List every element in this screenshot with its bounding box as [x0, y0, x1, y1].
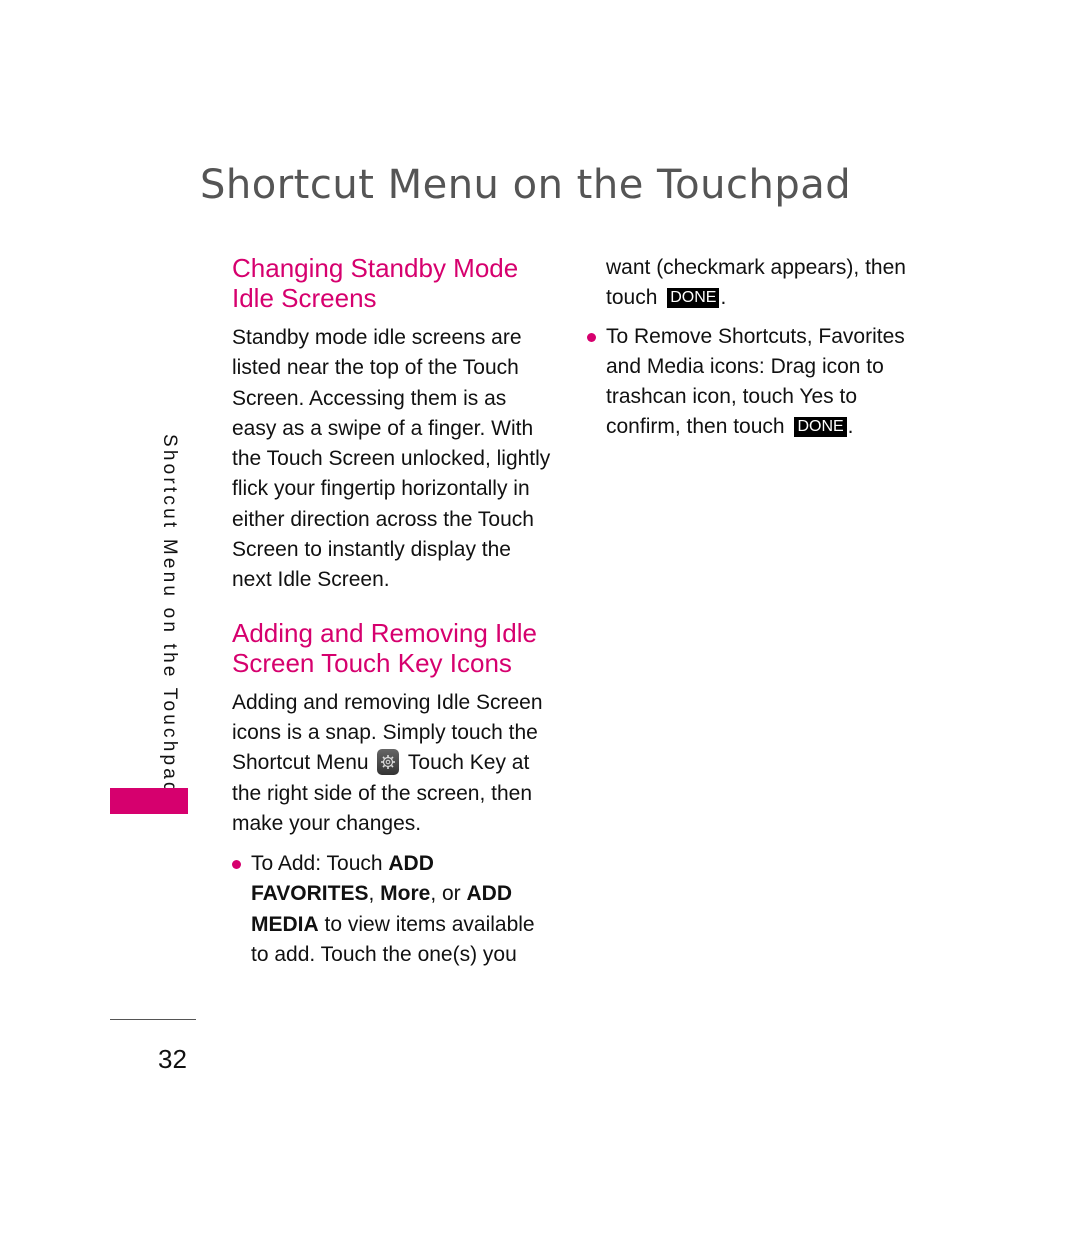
gear-icon: [377, 749, 400, 776]
add-remove-body-text: Adding and removing Idle Screen icons is…: [232, 688, 552, 839]
period: .: [847, 415, 854, 439]
right-column: want (checkmark appears), then touch DON…: [587, 253, 907, 443]
left-column: Changing Standby Mode Idle Screens Stand…: [232, 253, 552, 970]
page-title: Shortcut Menu on the Touchpad: [200, 162, 852, 208]
page-number: 32: [158, 1044, 187, 1074]
standby-body-text: Standby mode idle screens are listed nea…: [232, 326, 551, 592]
heading-line: Screen Touch Key Icons: [232, 647, 512, 678]
key-more: More: [380, 882, 431, 906]
section-heading-standby: Changing Standby Mode Idle Screens: [232, 253, 552, 313]
done-key-label: DONE: [667, 288, 720, 309]
section-heading-add-remove: Adding and Removing Idle Screen Touch Ke…: [232, 618, 552, 678]
bullet-dot-icon: [587, 332, 596, 342]
done-key-label: DONE: [794, 417, 847, 438]
bullet-to-remove: To Remove Shortcuts, Favorites and Media…: [587, 322, 907, 443]
body-text-part: want (checkmark appears), then touch: [606, 256, 906, 310]
bullet-text: To Remove Shortcuts, Favorites and Media…: [606, 324, 905, 439]
side-section-label: Shortcut Menu on the Touchpad: [159, 434, 180, 796]
heading-line: Changing Standby Mode: [232, 253, 519, 283]
footer-divider: [110, 1019, 196, 1020]
section-tab-marker: [110, 788, 188, 814]
bullet-dot-icon: [232, 860, 241, 870]
bullet-text: , or: [430, 882, 467, 906]
heading-line: Idle Screens: [232, 283, 377, 313]
bullet-text: ,: [368, 882, 381, 906]
heading-line: Adding and Removing Idle: [232, 617, 537, 648]
bullet-text: To Add: Touch: [251, 852, 389, 876]
continuation-text: want (checkmark appears), then touch DON…: [587, 253, 907, 314]
bullet-to-add: To Add: Touch ADD FAVORITES, More, or AD…: [232, 849, 552, 970]
period: .: [720, 286, 727, 310]
